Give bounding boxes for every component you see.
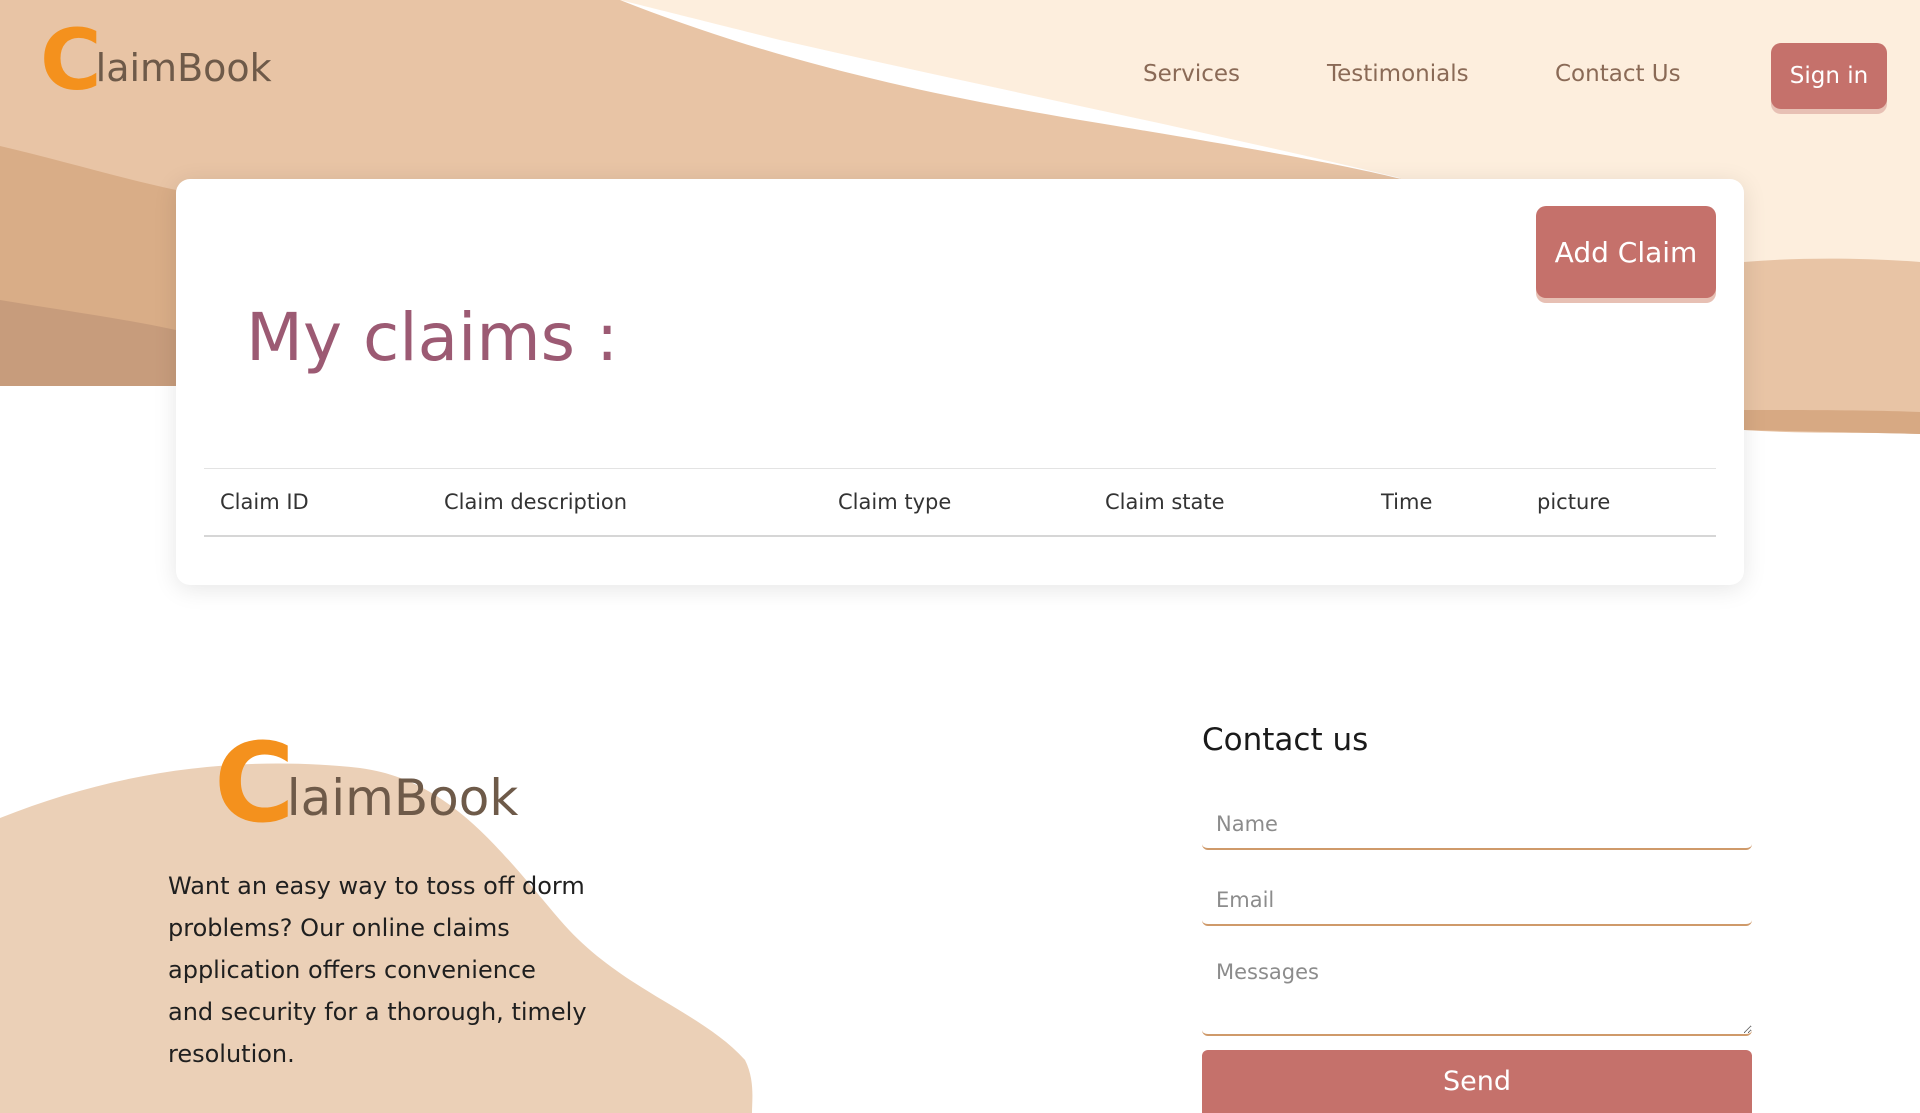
send-button[interactable]: Send <box>1202 1050 1752 1113</box>
column-header-picture: picture <box>1521 468 1716 537</box>
messages-textarea[interactable] <box>1202 950 1752 1036</box>
email-input[interactable] <box>1202 876 1752 926</box>
page-title: My claims : <box>246 299 619 376</box>
column-header-claim-type: Claim type <box>822 468 1089 537</box>
nav-contact-link[interactable]: Contact Us <box>1555 61 1681 87</box>
logo-text: laimBook <box>95 46 272 90</box>
column-header-claim-description: Claim description <box>428 468 822 537</box>
claims-card: Add Claim My claims : Claim ID Claim des… <box>176 179 1744 585</box>
brand-logo[interactable]: ClaimBook <box>40 18 272 102</box>
footer-description: Want an easy way to toss off dorm proble… <box>168 872 587 1068</box>
footer-logo: ClaimBook <box>214 728 518 838</box>
sign-in-button[interactable]: Sign in <box>1771 43 1887 109</box>
contact-heading: Contact us <box>1202 722 1369 758</box>
footer-logo-text: laimBook <box>286 769 519 827</box>
logo-initial: C <box>40 11 102 109</box>
table-header-row: Claim ID Claim description Claim type Cl… <box>204 468 1716 537</box>
footer-logo-initial: C <box>214 719 295 847</box>
nav-testimonials-link[interactable]: Testimonials <box>1327 61 1469 87</box>
column-header-claim-state: Claim state <box>1089 468 1365 537</box>
claims-table: Claim ID Claim description Claim type Cl… <box>204 468 1716 537</box>
name-input[interactable] <box>1202 800 1752 850</box>
add-claim-button[interactable]: Add Claim <box>1536 206 1716 298</box>
column-header-time: Time <box>1365 468 1521 537</box>
nav-services-link[interactable]: Services <box>1143 61 1240 87</box>
column-header-claim-id: Claim ID <box>204 468 428 537</box>
